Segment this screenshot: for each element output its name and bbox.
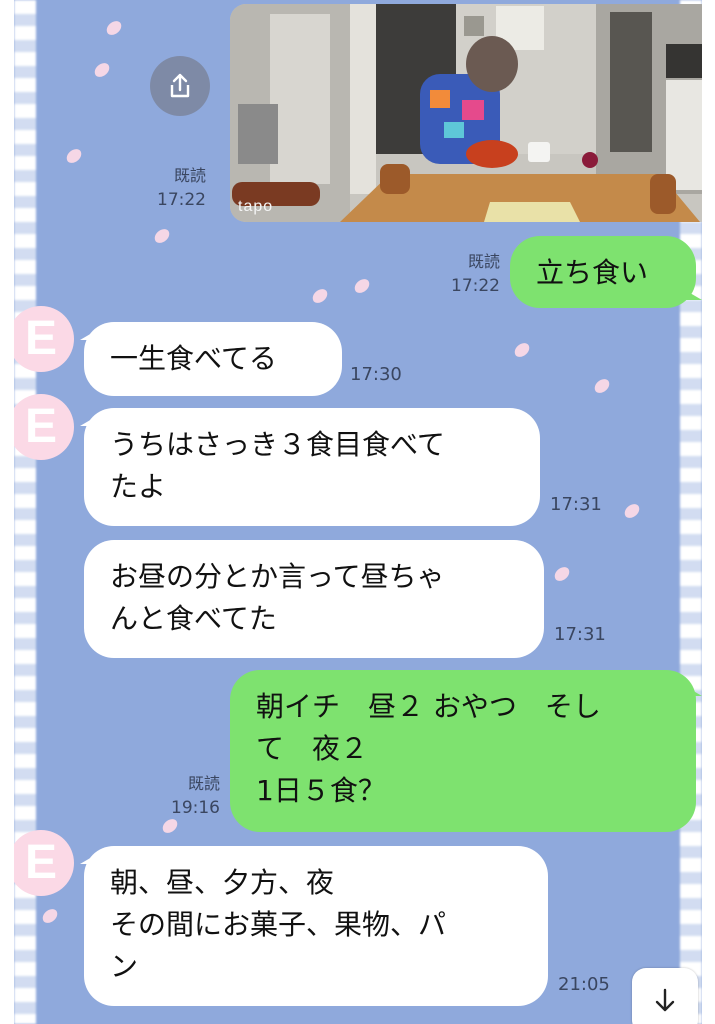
read-receipt: 既読 — [467, 252, 500, 271]
message-time: 17:22 — [451, 276, 500, 296]
photo-message[interactable]: tapo — [230, 4, 702, 222]
petal-decoration — [552, 565, 572, 583]
photo-meta: 既読 17:22 — [134, 164, 206, 212]
arrow-down-icon — [655, 988, 675, 1012]
petal-decoration — [512, 341, 532, 359]
message-bubble-incoming[interactable]: 朝、昼、夕方、夜 その間にお菓子、果物、パ ン — [84, 846, 548, 1006]
read-receipt: 既読 — [173, 166, 206, 185]
petal-decoration — [592, 377, 612, 395]
message-time: 21:05 — [558, 974, 610, 995]
share-button[interactable] — [150, 56, 210, 116]
message-time: 19:16 — [171, 798, 220, 818]
message-time: 17:31 — [554, 624, 606, 645]
chat-screen: 既読 17:22 tapo 既読 17:22 立ち食い E 一生食べてる 17:… — [0, 0, 715, 1024]
avatar[interactable]: E — [14, 394, 74, 460]
message-bubble-outgoing[interactable]: 朝イチ 昼２ おやつ そし て 夜２ 1日５食？ — [230, 670, 696, 832]
kitchen-photo — [230, 4, 702, 222]
petal-decoration — [104, 19, 124, 37]
petal-decoration — [92, 61, 112, 79]
petal-decoration — [622, 502, 642, 520]
message-bubble-outgoing[interactable]: 立ち食い — [510, 236, 696, 308]
message-bubble-incoming[interactable]: お昼の分とか言って昼ちゃ んと食べてた — [84, 540, 544, 658]
read-receipt: 既読 — [187, 774, 220, 793]
message-time: 17:30 — [350, 364, 402, 385]
petal-decoration — [152, 227, 172, 245]
avatar[interactable]: E — [14, 830, 74, 896]
chat-background: 既読 17:22 tapo 既読 17:22 立ち食い E 一生食べてる 17:… — [14, 0, 702, 1024]
avatar[interactable]: E — [14, 306, 74, 372]
message-bubble-incoming[interactable]: うちはさっき３食目食べて たよ — [84, 408, 540, 526]
camera-watermark: tapo — [238, 198, 274, 215]
petal-decoration — [64, 147, 84, 165]
message-meta: 既読 19:16 — [150, 772, 220, 820]
petal-decoration — [352, 277, 372, 295]
petal-decoration — [40, 907, 60, 925]
petal-decoration — [310, 287, 330, 305]
message-time: 17:31 — [550, 494, 602, 515]
message-bubble-incoming[interactable]: 一生食べてる — [84, 322, 342, 396]
message-meta: 既読 17:22 — [428, 250, 500, 298]
share-icon — [170, 73, 190, 98]
scroll-to-bottom-button[interactable] — [632, 968, 698, 1024]
message-time: 17:22 — [157, 190, 206, 210]
